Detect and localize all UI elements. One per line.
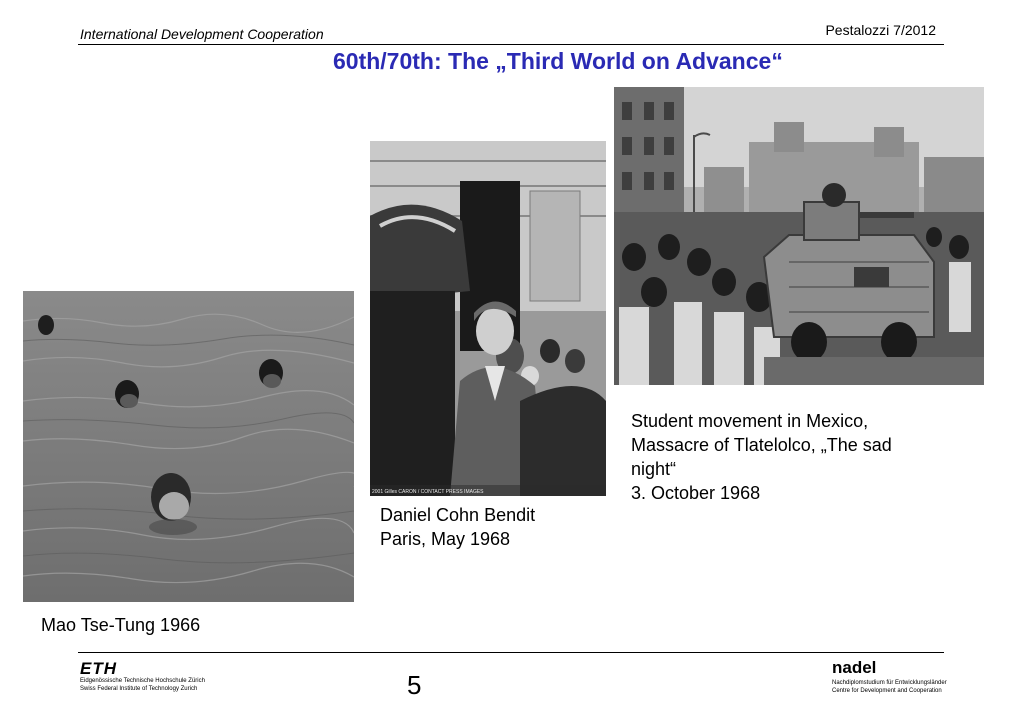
eth-logo: ETH (80, 659, 117, 678)
caption-cohn-bendit: Daniel Cohn Bendit Paris, May 1968 (380, 503, 535, 551)
caption-line: Paris, May 1968 (380, 529, 511, 549)
photo-mao-swimming (23, 291, 354, 602)
caption-mao: Mao Tse-Tung 1966 (41, 615, 201, 635)
eth-subtitle-line: Swiss Federal Institute of Technology Zu… (80, 686, 198, 692)
caption-line: night“ (631, 459, 677, 479)
nadel-subtitle: Nachdiplomstudium für Entwicklungsländer… (832, 679, 947, 695)
header-course-title: International Development Cooperation (80, 26, 324, 42)
nadel-subtitle-line: Centre for Development and Cooperation (832, 688, 942, 694)
header-author-date: Pestalozzi 7/2012 (825, 22, 936, 38)
photo-mexico-tlatelolco (614, 87, 984, 385)
slide-title: 60th/70th: The „Third World on Advance“ (333, 48, 783, 74)
nadel-subtitle-line: Nachdiplomstudium für Entwicklungsländer (832, 680, 947, 686)
photo-cohn-bendit: 2001 Gilles CARON / CONTACT PRESS IMAGES (370, 141, 606, 496)
nadel-logo: nadel (832, 658, 877, 677)
photo-credit: 2001 Gilles CARON / CONTACT PRESS IMAGES (372, 489, 484, 495)
caption-line: 3. October 1968 (631, 483, 761, 503)
caption-line: Student movement in Mexico, (631, 411, 869, 431)
page-number: 5 (407, 670, 422, 700)
caption-line: Massacre of Tlatelolco, „The sad (631, 435, 892, 455)
footer-divider (78, 652, 944, 653)
eth-subtitle: Eidgenössische Technische Hochschule Zür… (80, 677, 205, 693)
header-divider (78, 44, 944, 45)
caption-mexico: Student movement in Mexico, Massacre of … (631, 409, 892, 505)
eth-subtitle-line: Eidgenössische Technische Hochschule Zür… (80, 678, 205, 684)
caption-line: Daniel Cohn Bendit (380, 505, 536, 525)
